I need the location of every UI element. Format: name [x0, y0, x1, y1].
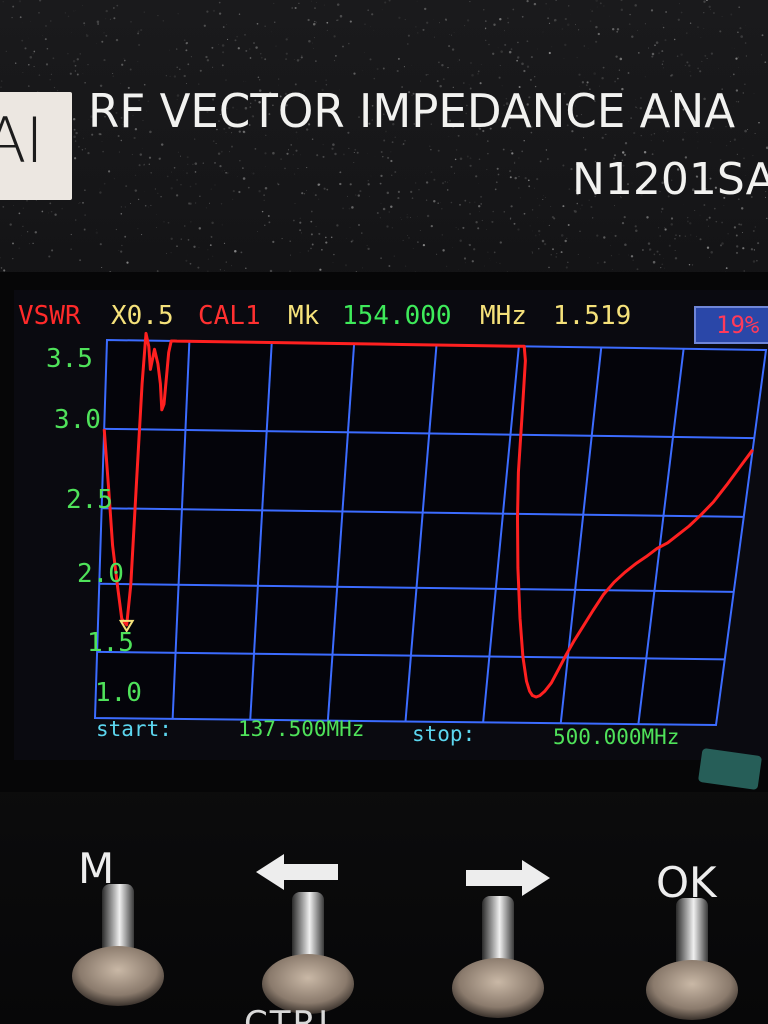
marker-label: Mk [288, 301, 320, 331]
marker-value: 1.519 [553, 301, 632, 331]
ctrl-label-partial: CTRL [244, 1004, 340, 1024]
start-label: start: [96, 717, 172, 741]
start-frequency: 137.500MHz [238, 717, 365, 741]
plot-area [93, 338, 768, 727]
y-tick-label: 2.0 [77, 559, 124, 589]
lcd-screen: VSWR X0.5 CAL1 Mk 154.000 MHz 1.519 19% … [0, 0, 768, 1024]
y-tick-label: 1.0 [95, 678, 142, 708]
right-button[interactable] [446, 892, 550, 1020]
scale-label: X0.5 [111, 301, 174, 331]
y-tick-label: 3.0 [54, 405, 101, 435]
vswr-chart [93, 331, 768, 727]
mode-label: VSWR [18, 301, 81, 331]
menu-button[interactable] [66, 880, 170, 1010]
left-button[interactable] [256, 888, 360, 1016]
y-tick-label: 1.5 [87, 628, 134, 658]
ok-button[interactable] [640, 894, 744, 1022]
battery-indicator: 19% [694, 306, 768, 344]
device-panel: AI RF VECTOR IMPEDANCE ANA N1201SA VSWR … [0, 0, 768, 1024]
stop-frequency: 500.000MHz [553, 725, 680, 749]
battery-text: 19% [716, 311, 760, 339]
y-tick-label: 3.5 [46, 344, 93, 374]
marker-frequency: 154.000 [342, 301, 452, 331]
left-arrow-icon [256, 854, 338, 890]
stop-label: stop: [412, 722, 476, 746]
cal-label: CAL1 [198, 301, 261, 331]
chart-grid [93, 338, 768, 727]
marker-unit: MHz [480, 301, 527, 331]
y-tick-label: 2.5 [66, 485, 113, 515]
